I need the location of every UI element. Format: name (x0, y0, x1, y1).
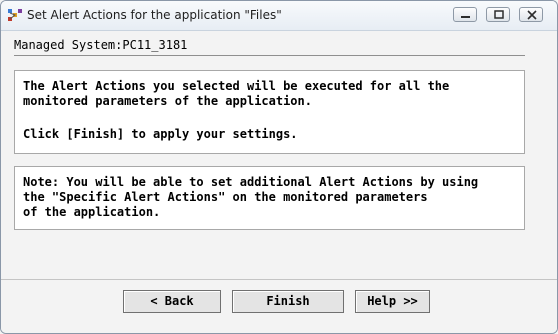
help-button[interactable]: Help >> (355, 290, 430, 313)
managed-system-label: Managed System:PC11_3181 (14, 38, 188, 52)
info-panel: The Alert Actions you selected will be e… (14, 70, 525, 154)
note-line-2: the "Specific Alert Actions" on the moni… (23, 190, 428, 204)
window-title: Set Alert Actions for the application "F… (27, 8, 282, 22)
back-button[interactable]: < Back (123, 290, 221, 313)
footer-divider (1, 279, 557, 280)
header-divider (14, 55, 525, 56)
info-line-2: monitored parameters of the application. (23, 94, 312, 108)
close-button[interactable] (519, 7, 543, 22)
dialog-window: Set Alert Actions for the application "F… (0, 0, 558, 334)
minimize-icon (461, 16, 470, 18)
info-line-1: The Alert Actions you selected will be e… (23, 79, 450, 93)
close-icon (527, 10, 537, 20)
finish-button[interactable]: Finish (232, 290, 344, 313)
info-line-3: Click [Finish] to apply your settings. (23, 127, 298, 141)
maximize-button[interactable] (486, 7, 510, 22)
note-line-1: Note: You will be able to set additional… (23, 175, 479, 189)
title-bar[interactable]: Set Alert Actions for the application "F… (1, 1, 557, 31)
maximize-icon (494, 10, 504, 19)
note-line-3: of the application. (23, 205, 161, 219)
note-panel: Note: You will be able to set additional… (14, 166, 525, 230)
app-icon (7, 7, 23, 23)
minimize-button[interactable] (453, 7, 477, 22)
dialog-content: Managed System:PC11_3181 The Alert Actio… (1, 31, 557, 333)
